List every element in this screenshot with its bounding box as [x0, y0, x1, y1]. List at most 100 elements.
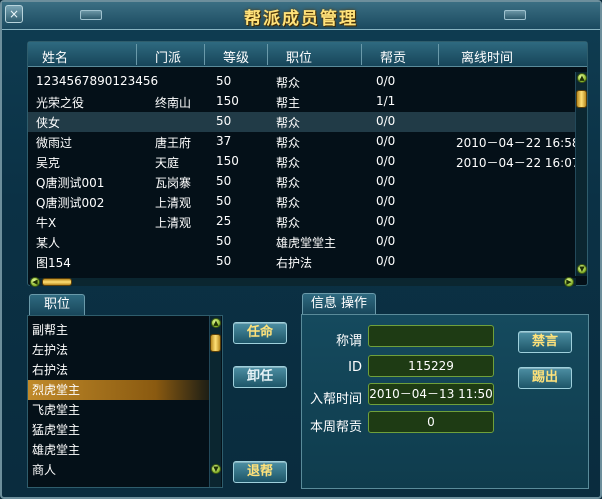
- member-contribution: 0/0: [376, 254, 396, 268]
- appoint-button[interactable]: 任命: [233, 322, 287, 344]
- positions-list-panel: 副帮主 左护法 右护法 烈虎堂主 飞虎堂主 猛虎堂主 雄虎堂主 商人 ▲ ▼: [27, 315, 223, 488]
- member-row[interactable]: 图154 50 右护法 0/0: [28, 252, 576, 272]
- position-item[interactable]: 副帮主: [28, 320, 210, 340]
- member-contribution: 0/0: [376, 194, 396, 208]
- member-position: 帮众: [276, 196, 301, 210]
- member-offline-time: 2010－04－22 16:58: [456, 136, 580, 150]
- positions-scrollbar[interactable]: ▲ ▼: [209, 316, 221, 487]
- member-position: 右护法: [276, 256, 313, 270]
- member-name: 光荣之役: [36, 96, 85, 110]
- member-position: 帮众: [276, 116, 301, 130]
- member-position: 帮众: [276, 176, 301, 190]
- member-row-selected[interactable]: 侠女 50 帮众 0/0: [28, 112, 576, 132]
- position-item[interactable]: 猛虎堂主: [28, 420, 210, 440]
- scroll-right-arrow-icon[interactable]: ▶: [564, 277, 574, 287]
- mute-button[interactable]: 禁言: [518, 331, 572, 353]
- member-contribution: 0/0: [376, 74, 396, 88]
- member-school: 瓦岗寨: [155, 176, 192, 190]
- member-level: 150: [216, 154, 239, 168]
- hscroll-thumb[interactable]: [42, 278, 72, 286]
- title-bar: × 帮派成员管理: [2, 2, 600, 30]
- scroll-left-arrow-icon[interactable]: ◀: [30, 277, 40, 287]
- member-contribution: 0/0: [376, 114, 396, 128]
- member-list-hscrollbar[interactable]: ◀ ▶: [30, 277, 576, 287]
- member-row[interactable]: 微雨过 唐王府 37 帮众 0/0 2010－04－22 16:58: [28, 132, 579, 152]
- member-position: 雄虎堂堂主: [276, 236, 337, 250]
- member-row[interactable]: 吴克 天庭 150 帮众 0/0 2010－04－22 16:07: [28, 152, 579, 172]
- member-position: 帮主: [276, 96, 301, 110]
- member-list-scrollbar[interactable]: ▲ ▼: [575, 72, 587, 276]
- position-item[interactable]: 右护法: [28, 360, 210, 380]
- member-name: 1234567890123456: [36, 74, 158, 88]
- join-time-label: 入帮时间: [309, 392, 362, 407]
- member-level: 150: [216, 94, 239, 108]
- title-field: [368, 325, 494, 347]
- member-level: 25: [216, 214, 232, 228]
- tab-info-operations[interactable]: 信息 操作: [302, 293, 376, 315]
- header-divider: [204, 44, 205, 65]
- id-field: 115229: [368, 355, 494, 377]
- member-school: 唐王府: [155, 136, 192, 150]
- scroll-down-arrow-icon[interactable]: ▼: [211, 464, 221, 474]
- member-name: Q唐测试001: [36, 176, 105, 190]
- member-name: Q唐测试002: [36, 196, 105, 210]
- header-school[interactable]: 门派: [155, 47, 181, 66]
- member-row[interactable]: 光荣之役 终南山 150 帮主 1/1: [28, 92, 576, 112]
- member-name: 牛X: [36, 216, 57, 230]
- scroll-up-arrow-icon[interactable]: ▲: [211, 318, 221, 328]
- position-item-selected[interactable]: 烈虎堂主: [28, 380, 210, 400]
- member-position: 帮众: [276, 156, 301, 170]
- member-school: 上清观: [155, 196, 192, 210]
- member-row[interactable]: Q唐测试001 瓦岗寨 50 帮众 0/0: [28, 172, 576, 192]
- member-contribution: 0/0: [376, 214, 396, 228]
- member-row[interactable]: Q唐测试002 上清观 50 帮众 0/0: [28, 192, 576, 212]
- leave-guild-button[interactable]: 退帮: [233, 461, 287, 483]
- member-level: 50: [216, 234, 232, 248]
- member-row[interactable]: 1234567890123456 50 帮众 0/0: [28, 72, 576, 92]
- member-school: 终南山: [155, 96, 192, 110]
- dismiss-button[interactable]: 卸任: [233, 366, 287, 388]
- kick-button[interactable]: 踢出: [518, 367, 572, 389]
- tab-positions[interactable]: 职位: [29, 294, 85, 316]
- member-row[interactable]: 牛X 上清观 25 帮众 0/0: [28, 212, 576, 232]
- member-level: 37: [216, 134, 232, 148]
- member-offline-time: 2010－04－22 16:07: [456, 156, 580, 170]
- member-school: 天庭: [155, 156, 180, 170]
- header-offline-time[interactable]: 离线时间: [461, 47, 513, 66]
- scroll-thumb[interactable]: [576, 90, 587, 108]
- header-divider: [438, 44, 439, 65]
- member-list-panel: 姓名 门派 等级 职位 帮贡 离线时间 1234567890123456 50 …: [27, 41, 588, 287]
- position-item[interactable]: 雄虎堂主: [28, 440, 210, 460]
- title-label: 称谓: [335, 334, 362, 349]
- member-level: 50: [216, 74, 232, 88]
- member-position: 帮众: [276, 76, 301, 90]
- guild-member-window: × 帮派成员管理 姓名 门派 等级 职位 帮贡 离线时间 12345678901…: [0, 0, 602, 499]
- member-table-header: 姓名 门派 等级 职位 帮贡 离线时间: [28, 42, 587, 67]
- join-time-field: 2010－04－13 11:50: [368, 383, 494, 405]
- member-position: 帮众: [276, 136, 301, 150]
- header-name[interactable]: 姓名: [42, 47, 68, 66]
- member-level: 50: [216, 114, 232, 128]
- member-name: 吴克: [36, 156, 61, 170]
- position-item[interactable]: 左护法: [28, 340, 210, 360]
- member-contribution: 0/0: [376, 234, 396, 248]
- position-item[interactable]: 商人: [28, 460, 210, 480]
- position-item[interactable]: 飞虎堂主: [28, 400, 210, 420]
- header-divider: [361, 44, 362, 65]
- scroll-up-arrow-icon[interactable]: ▲: [577, 73, 587, 83]
- scroll-thumb[interactable]: [210, 334, 221, 352]
- member-contribution: 0/0: [376, 174, 396, 188]
- member-contribution: 1/1: [376, 94, 396, 108]
- member-name: 某人: [36, 236, 61, 250]
- scroll-down-arrow-icon[interactable]: ▼: [577, 264, 587, 274]
- header-position[interactable]: 职位: [286, 47, 312, 66]
- member-contribution: 0/0: [376, 154, 396, 168]
- header-contribution[interactable]: 帮贡: [380, 47, 406, 66]
- member-contribution: 0/0: [376, 134, 396, 148]
- weekly-contribution-field: 0: [368, 411, 494, 433]
- member-level: 50: [216, 254, 232, 268]
- member-row[interactable]: 某人 50 雄虎堂堂主 0/0: [28, 232, 576, 252]
- header-level[interactable]: 等级: [223, 47, 249, 66]
- member-level: 50: [216, 194, 232, 208]
- titlebar-ornament-right: [504, 10, 526, 20]
